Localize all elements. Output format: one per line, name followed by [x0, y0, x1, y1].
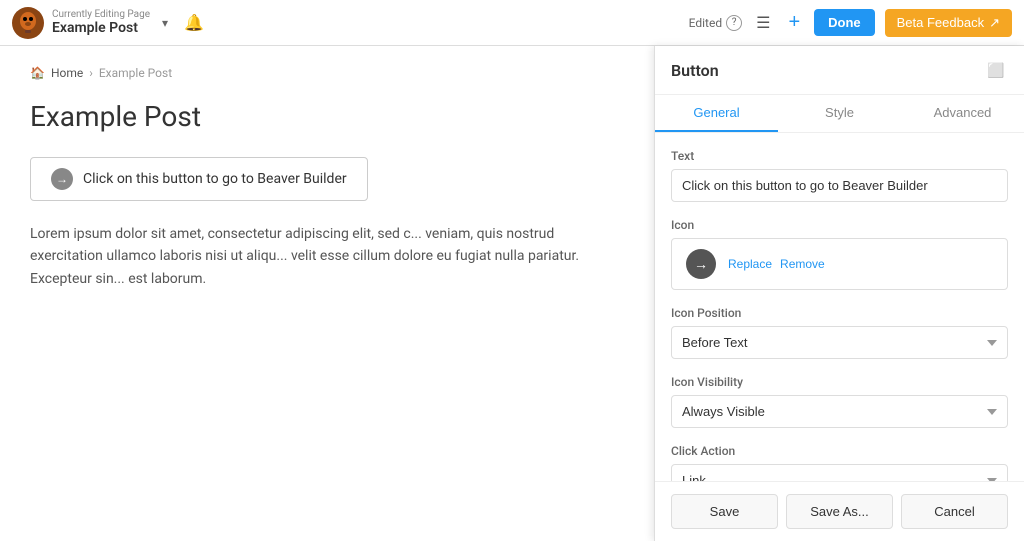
external-link-icon: ↗ [989, 15, 1000, 31]
top-bar-left: Currently Editing Page Example Post ▾ 🔔 [12, 7, 208, 39]
help-icon[interactable]: ? [726, 15, 742, 31]
text-field-label: Text [671, 149, 1008, 163]
icon-preview: → [686, 249, 716, 279]
settings-panel: Button ⬜ General Style Advanced Text [654, 46, 1024, 541]
page-content: 🏠 Home › Example Post Example Post → Cli… [0, 46, 654, 541]
editing-label: Currently Editing Page [52, 9, 150, 20]
icon-visibility-group: Icon Visibility Always Visible Hidden on… [671, 375, 1008, 428]
tab-advanced[interactable]: Advanced [901, 95, 1024, 132]
icon-position-label: Icon Position [671, 306, 1008, 320]
click-action-select[interactable]: Link Lightbox Scroll [671, 464, 1008, 481]
tab-style[interactable]: Style [778, 95, 901, 132]
icon-field-label: Icon [671, 218, 1008, 232]
top-bar-title-wrap: Currently Editing Page Example Post [52, 9, 150, 36]
save-as-button[interactable]: Save As... [786, 494, 893, 529]
panel-body: Text Icon → Replace Remove Icon Position [655, 133, 1024, 481]
icon-position-select[interactable]: Before Text After Text [671, 326, 1008, 359]
icon-actions: Replace Remove [728, 257, 825, 271]
save-button[interactable]: Save [671, 494, 778, 529]
home-icon: 🏠 [30, 66, 45, 80]
icon-field: → Replace Remove [671, 238, 1008, 290]
main-area: 🏠 Home › Example Post Example Post → Cli… [0, 46, 1024, 541]
edited-status: Edited ? [689, 15, 742, 31]
page-title-topbar: Example Post [52, 20, 150, 36]
bb-button[interactable]: → Click on this button to go to Beaver B… [30, 157, 368, 201]
beta-feedback-button[interactable]: Beta Feedback ↗ [885, 9, 1012, 37]
bb-button-label: Click on this button to go to Beaver Bui… [83, 171, 347, 187]
top-bar: Currently Editing Page Example Post ▾ 🔔 … [0, 0, 1024, 46]
bb-button-icon: → [51, 168, 73, 190]
breadcrumb-current: Example Post [99, 66, 172, 80]
icon-position-group: Icon Position Before Text After Text [671, 306, 1008, 359]
breadcrumb-home[interactable]: Home [51, 66, 83, 80]
panel-footer: Save Save As... Cancel [655, 481, 1024, 541]
text-input[interactable] [671, 169, 1008, 202]
breadcrumb-separator: › [89, 66, 93, 80]
chevron-down-button[interactable]: ▾ [158, 12, 172, 34]
beaver-logo [12, 7, 44, 39]
add-button[interactable]: + [784, 7, 804, 38]
post-title: Example Post [30, 100, 624, 133]
click-action-label: Click Action [671, 444, 1008, 458]
breadcrumb: 🏠 Home › Example Post [30, 66, 624, 80]
done-button[interactable]: Done [814, 9, 875, 36]
menu-button[interactable]: ☰ [752, 9, 774, 37]
cancel-button[interactable]: Cancel [901, 494, 1008, 529]
click-action-group: Click Action Link Lightbox Scroll [671, 444, 1008, 481]
top-bar-right: Edited ? ☰ + Done Beta Feedback ↗ [689, 7, 1012, 38]
panel-header: Button ⬜ [655, 46, 1024, 95]
lorem-text: Lorem ipsum dolor sit amet, consectetur … [30, 223, 624, 290]
text-field-group: Text [671, 149, 1008, 202]
panel-tabs: General Style Advanced [655, 95, 1024, 133]
icon-visibility-select[interactable]: Always Visible Hidden on Mobile [671, 395, 1008, 428]
notification-button[interactable]: 🔔 [180, 9, 208, 37]
icon-replace-button[interactable]: Replace [728, 257, 772, 271]
icon-visibility-label: Icon Visibility [671, 375, 1008, 389]
tab-general[interactable]: General [655, 95, 778, 132]
icon-remove-button[interactable]: Remove [780, 257, 825, 271]
icon-field-group: Icon → Replace Remove [671, 218, 1008, 290]
panel-title: Button [671, 61, 719, 80]
panel-collapse-button[interactable]: ⬜ [984, 58, 1008, 82]
